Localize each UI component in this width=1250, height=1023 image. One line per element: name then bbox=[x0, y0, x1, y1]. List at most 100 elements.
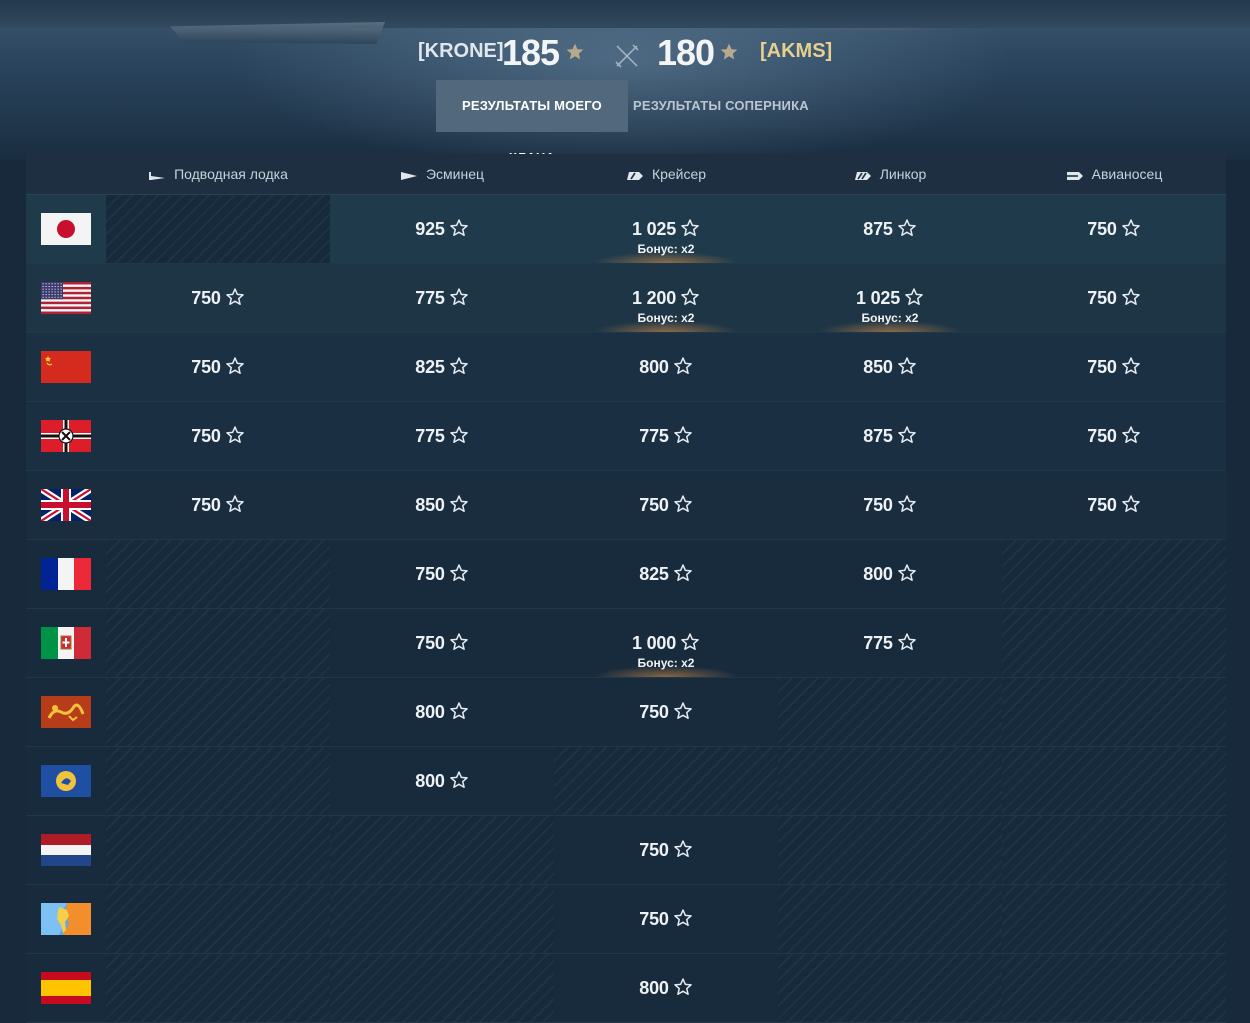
points-value: 750 bbox=[1002, 287, 1226, 309]
result-cell: 800 bbox=[778, 540, 1002, 608]
table-row: 750 825 800 850 750 bbox=[26, 333, 1226, 402]
points-value: 750 bbox=[330, 632, 554, 654]
result-cell: 750 bbox=[1002, 333, 1226, 401]
points-text: 775 bbox=[863, 633, 893, 653]
nation-flag-usa bbox=[41, 282, 91, 314]
nation-flag-france bbox=[41, 558, 91, 590]
points-text: 775 bbox=[415, 288, 445, 308]
result-cell: 775 bbox=[554, 402, 778, 470]
result-cell: 750 bbox=[330, 540, 554, 608]
my-clan-tag[interactable]: [KRONE] bbox=[418, 40, 504, 63]
bonus-label: Бонус: x2 bbox=[637, 311, 695, 325]
points-text: 750 bbox=[415, 564, 445, 584]
result-cell: 775 bbox=[778, 609, 1002, 677]
result-cell: 750 bbox=[106, 402, 330, 470]
points-value: 800 bbox=[554, 977, 778, 999]
enemy-clan-points: 180 bbox=[657, 32, 715, 73]
points-text: 875 bbox=[863, 426, 893, 446]
table-row: 800 750 bbox=[26, 678, 1226, 747]
points-text: 850 bbox=[863, 357, 893, 377]
points-value: 850 bbox=[778, 356, 1002, 378]
column-header-carrier: Авианосец bbox=[1002, 154, 1226, 194]
nation-flag-netherlands bbox=[41, 834, 91, 866]
table-row: 925 1 025 Бонус: x2 875 750 bbox=[26, 195, 1226, 264]
nation-flag-pan-america bbox=[41, 903, 91, 935]
empty-cell bbox=[778, 954, 1002, 1022]
empty-cell bbox=[1002, 609, 1226, 677]
star-icon bbox=[449, 702, 468, 719]
points-text: 750 bbox=[191, 426, 221, 446]
points-value: 875 bbox=[778, 425, 1002, 447]
empty-cell bbox=[1002, 885, 1226, 953]
empty-cell bbox=[1002, 678, 1226, 746]
star-icon bbox=[897, 564, 916, 581]
empty-cell bbox=[106, 747, 330, 815]
points-value: 750 bbox=[1002, 494, 1226, 516]
points-value: 800 bbox=[330, 701, 554, 723]
points-text: 750 bbox=[1087, 357, 1117, 377]
points-text: 800 bbox=[639, 978, 669, 998]
points-value: 775 bbox=[554, 425, 778, 447]
destroyer-icon bbox=[400, 172, 417, 180]
points-text: 800 bbox=[415, 771, 445, 791]
empty-cell bbox=[1002, 954, 1226, 1022]
points-text: 875 bbox=[863, 219, 893, 239]
result-cell: 800 bbox=[554, 333, 778, 401]
result-cell: 800 bbox=[330, 747, 554, 815]
star-icon bbox=[1121, 288, 1140, 305]
table-row: 750 775 775 875 750 bbox=[26, 402, 1226, 471]
points-value: 1 025 bbox=[778, 287, 1002, 309]
star-icon bbox=[225, 426, 244, 443]
table-row: 800 bbox=[26, 747, 1226, 816]
clan-score-bar: [KRONE] 185 180 [AKMS] bbox=[0, 30, 1250, 80]
table-body: 925 1 025 Бонус: x2 875 750 750 775 1 200 Бонус:… bbox=[26, 195, 1226, 1023]
empty-cell bbox=[1002, 540, 1226, 608]
points-value: 750 bbox=[106, 287, 330, 309]
points-text: 775 bbox=[415, 426, 445, 446]
column-label: Крейсер bbox=[651, 166, 707, 182]
tab-opponent-results[interactable]: РЕЗУЛЬТАТЫ СОПЕРНИКА bbox=[628, 80, 817, 132]
star-icon bbox=[673, 840, 692, 857]
empty-cell bbox=[1002, 747, 1226, 815]
star-icon bbox=[897, 633, 916, 650]
points-value: 750 bbox=[554, 494, 778, 516]
points-text: 1 025 bbox=[855, 288, 901, 308]
table-row: 750 825 800 bbox=[26, 540, 1226, 609]
results-table: Подводная лодка Эсминец Крейсер Линкор А… bbox=[26, 154, 1226, 1023]
star-icon bbox=[449, 771, 468, 788]
star-icon bbox=[449, 426, 468, 443]
result-cell: 750 bbox=[1002, 195, 1226, 263]
star-icon bbox=[1121, 219, 1140, 236]
bonus-label: Бонус: x2 bbox=[861, 311, 919, 325]
result-cell: 850 bbox=[330, 471, 554, 539]
nation-flag-europe bbox=[41, 765, 91, 797]
star-icon bbox=[225, 288, 244, 305]
empty-cell bbox=[330, 885, 554, 953]
empty-cell bbox=[106, 540, 330, 608]
points-value: 800 bbox=[778, 563, 1002, 585]
points-text: 1 000 bbox=[631, 633, 677, 653]
cruiser-icon bbox=[626, 172, 643, 180]
tab-my-clan-results[interactable]: РЕЗУЛЬТАТЫ МОЕГО КЛАНА bbox=[436, 80, 628, 165]
points-text: 750 bbox=[1087, 495, 1117, 515]
star-icon bbox=[673, 909, 692, 926]
empty-cell bbox=[554, 747, 778, 815]
result-cell: 750 bbox=[1002, 402, 1226, 470]
result-cell: 750 bbox=[554, 678, 778, 746]
enemy-clan-tag[interactable]: [AKMS] bbox=[760, 40, 832, 63]
result-cell: 750 bbox=[106, 264, 330, 332]
result-cell: 875 bbox=[778, 195, 1002, 263]
star-icon bbox=[673, 357, 692, 374]
points-value: 750 bbox=[106, 356, 330, 378]
points-text: 750 bbox=[1087, 288, 1117, 308]
points-value: 1 025 bbox=[554, 218, 778, 240]
points-value: 925 bbox=[330, 218, 554, 240]
points-value: 1 200 bbox=[554, 287, 778, 309]
result-cell: 875 bbox=[778, 402, 1002, 470]
star-icon bbox=[673, 426, 692, 443]
submarine-icon bbox=[149, 172, 166, 180]
bonus-label: Бонус: x2 bbox=[637, 242, 695, 256]
empty-cell bbox=[106, 816, 330, 884]
result-cell: 750 bbox=[554, 471, 778, 539]
empty-cell bbox=[1002, 816, 1226, 884]
